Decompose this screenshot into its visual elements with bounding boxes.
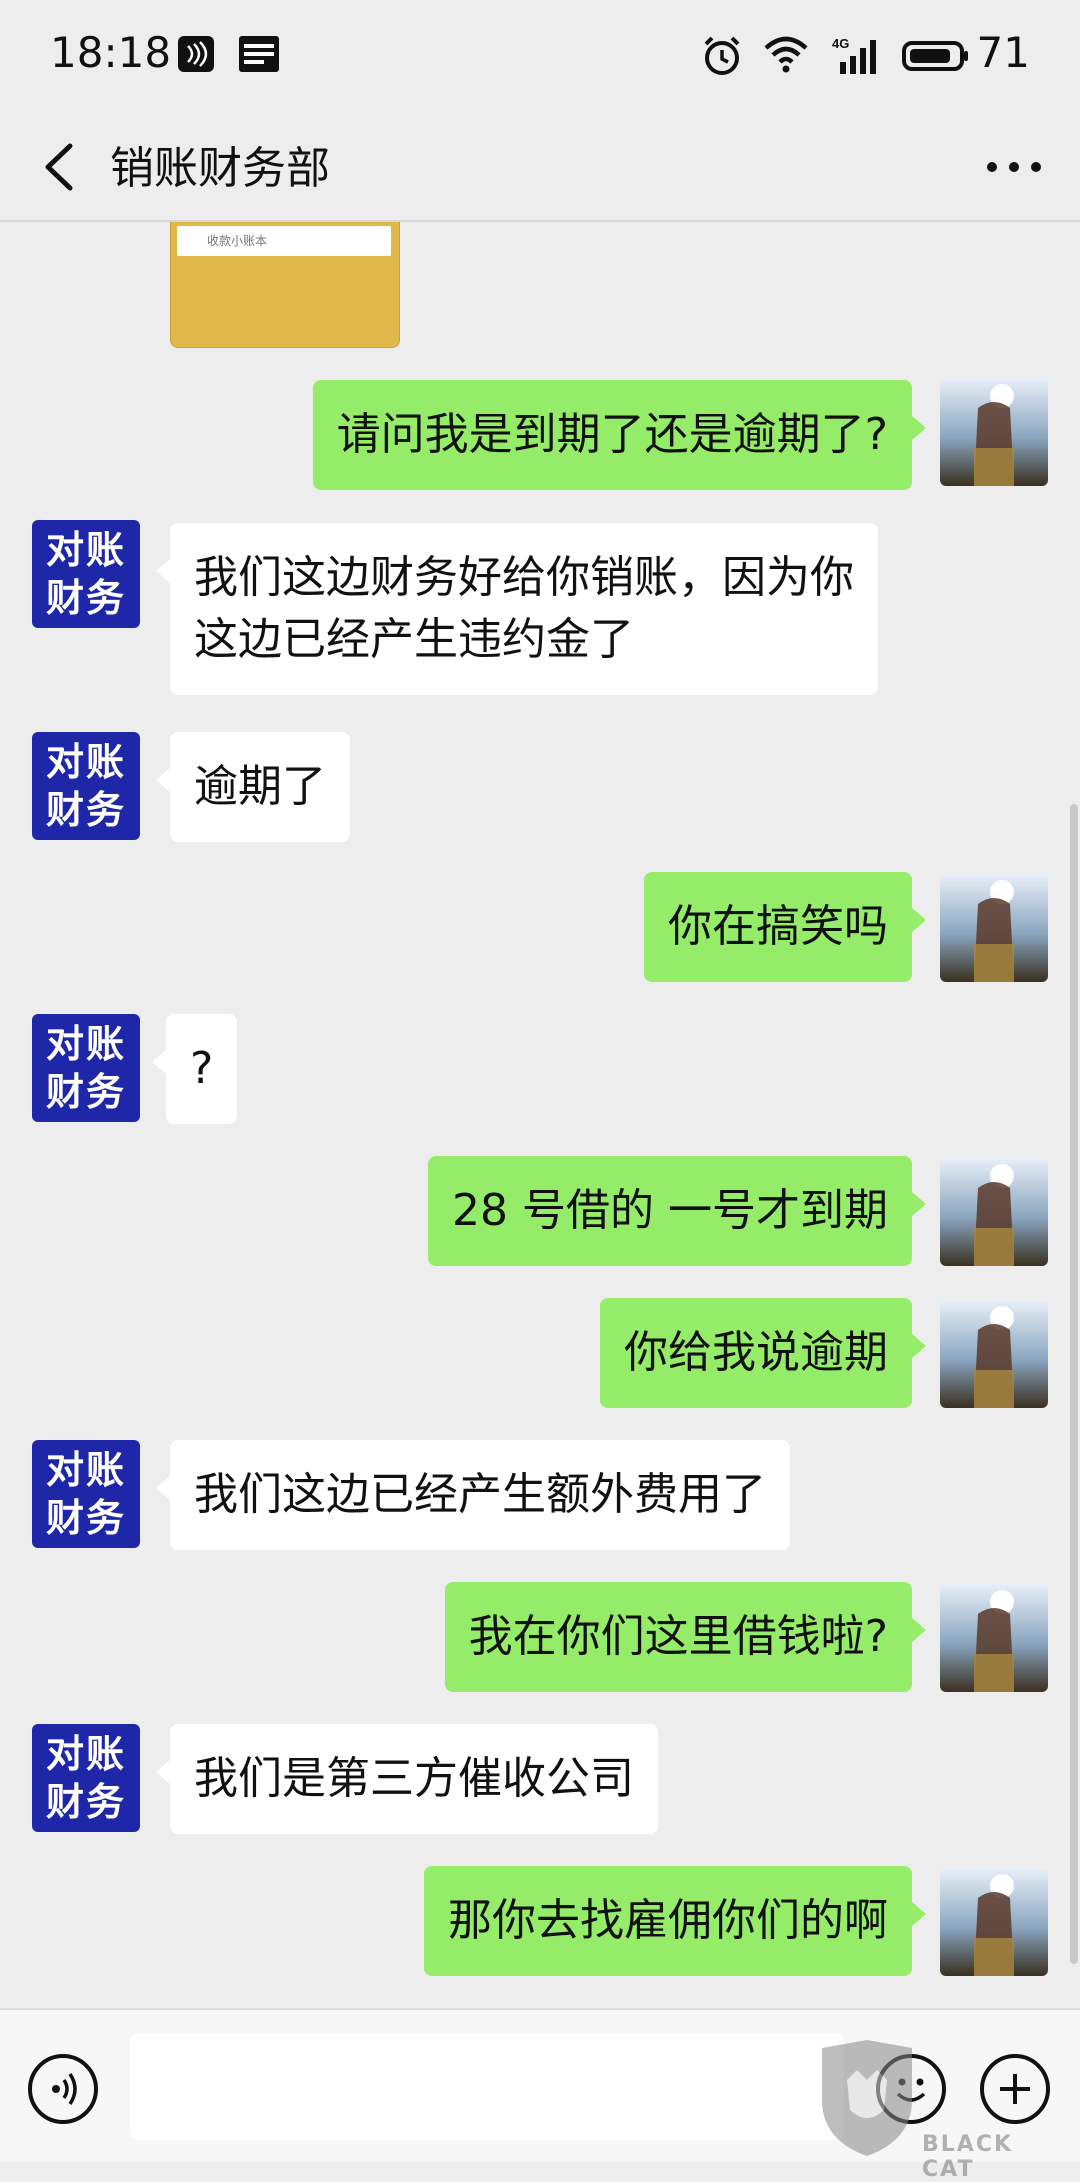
wifi-icon xyxy=(762,34,810,78)
outgoing-message-bubble[interactable]: 28 号借的 一号才到期 xyxy=(428,1156,926,1266)
incoming-message-bubble[interactable]: 我们是第三方催收公司 xyxy=(156,1724,658,1834)
battery-level: 71 xyxy=(976,28,1030,77)
outgoing-message-bubble[interactable]: 请问我是到期了还是逾期了? xyxy=(312,380,927,490)
signal-icon: 4G xyxy=(832,36,882,80)
image-message[interactable]: 收款小账本 xyxy=(170,222,400,348)
svg-text:4G: 4G xyxy=(832,36,849,51)
news-app-icon xyxy=(238,34,280,78)
image-preview-row: 收款小账本 xyxy=(177,226,391,256)
chat-title: 销账财务部 xyxy=(110,143,330,194)
user-avatar[interactable] xyxy=(940,1300,1048,1408)
user-avatar[interactable] xyxy=(940,1868,1048,1976)
chevron-left-icon[interactable] xyxy=(36,140,86,194)
more-horizontal-icon[interactable] xyxy=(984,142,1044,192)
black-cat-watermark: BLACK CAT xyxy=(812,2040,1072,2182)
avatar-logo-text: 对账 财务 xyxy=(45,740,126,832)
contact-avatar[interactable]: 对账 财务 xyxy=(32,520,140,628)
incoming-message-bubble[interactable]: 逾期了 xyxy=(156,732,350,842)
shield-cat-icon xyxy=(822,2040,912,2156)
image-caption: 收款小账本 xyxy=(207,234,268,248)
incoming-message-bubble[interactable]: 我们这边财务好给你销账，因为你 这边已经产生违约金了 xyxy=(156,523,878,695)
incoming-message-bubble[interactable]: 我们这边已经产生额外费用了 xyxy=(156,1440,790,1550)
outgoing-message-bubble[interactable]: 我在你们这里借钱啦? xyxy=(444,1582,927,1692)
chat-message-list[interactable]: 收款小账本 请问我是到期了还是逾期了? 对账 财务 我们这边财务好给你销账，因为… xyxy=(0,222,1080,2008)
avatar-logo-text: 对账 财务 xyxy=(45,1732,126,1824)
outgoing-message-bubble[interactable]: 你给我说逾期 xyxy=(600,1298,926,1408)
user-avatar[interactable] xyxy=(940,874,1048,982)
user-avatar[interactable] xyxy=(940,1584,1048,1692)
outgoing-message-bubble[interactable]: 那你去找雇佣你们的啊 xyxy=(424,1866,926,1976)
status-bar: 18:18 4G 71 xyxy=(0,0,1080,112)
battery-icon xyxy=(902,40,970,76)
watermark-text: BLACK CAT xyxy=(922,2132,1014,2182)
alarm-icon xyxy=(700,34,744,82)
message-text-input[interactable] xyxy=(130,2034,844,2140)
user-avatar[interactable] xyxy=(940,378,1048,486)
contact-avatar[interactable]: 对账 财务 xyxy=(32,1440,140,1548)
outgoing-message-bubble[interactable]: 你在搞笑吗 xyxy=(644,872,926,982)
avatar-logo-text: 对账 财务 xyxy=(45,528,126,620)
voice-icon[interactable] xyxy=(28,2054,98,2124)
nfc-icon xyxy=(176,34,216,78)
chat-header: 销账财务部 xyxy=(0,112,1080,222)
user-avatar[interactable] xyxy=(940,1158,1048,1266)
status-time: 18:18 xyxy=(50,28,172,77)
chat-scrollbar[interactable] xyxy=(1070,804,1078,1964)
contact-avatar[interactable]: 对账 财务 xyxy=(32,732,140,840)
incoming-message-bubble[interactable]: ? xyxy=(151,1014,238,1124)
avatar-logo-text: 对账 财务 xyxy=(45,1022,126,1114)
contact-avatar[interactable]: 对账 财务 xyxy=(32,1014,140,1122)
contact-avatar[interactable]: 对账 财务 xyxy=(32,1724,140,1832)
avatar-logo-text: 对账 财务 xyxy=(45,1448,126,1540)
